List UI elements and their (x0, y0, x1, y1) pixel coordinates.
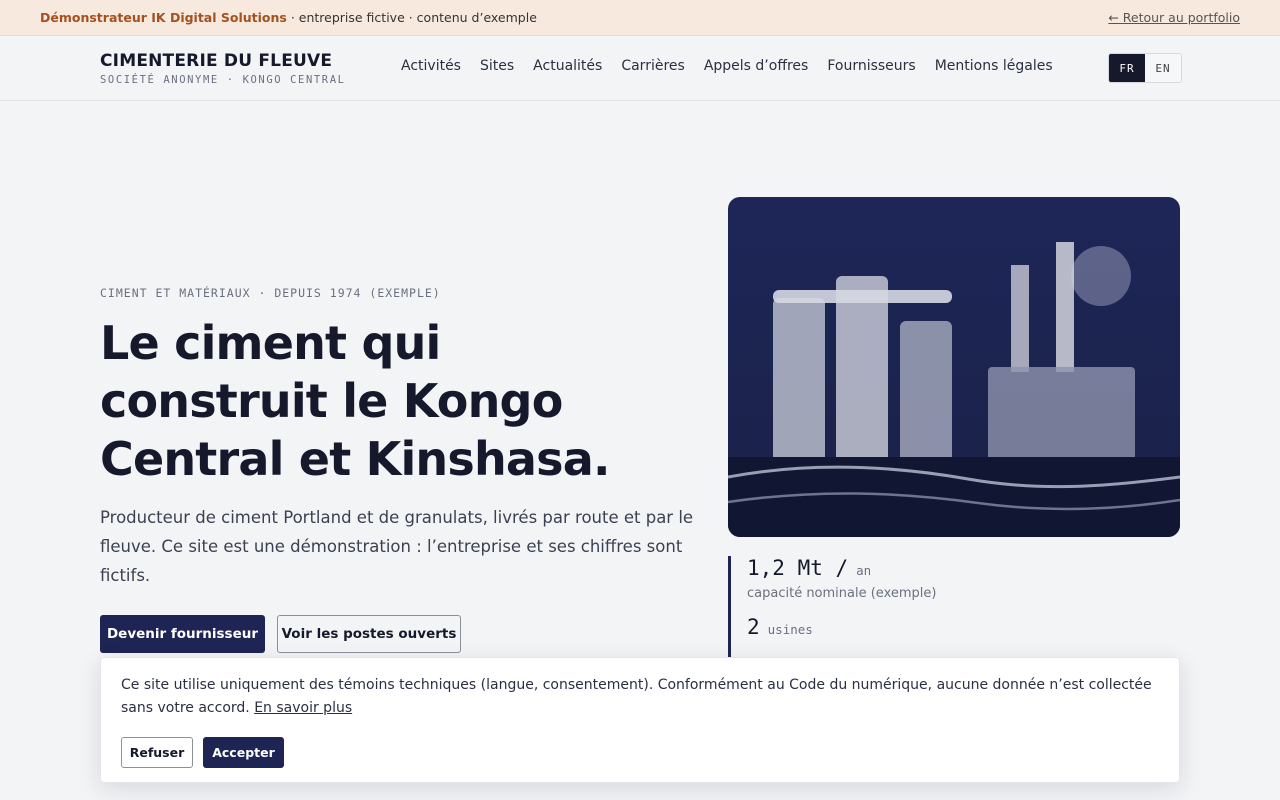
back-to-portfolio-link[interactable]: ← Retour au portfolio (1108, 10, 1240, 25)
logo-subtitle: SOCIÉTÉ ANONYME · KONGO CENTRAL (100, 74, 346, 86)
nav-item-appels-offres[interactable]: Appels d’offres (704, 58, 809, 74)
silo-shape (773, 298, 825, 468)
view-jobs-button[interactable]: Voir les postes ouverts (277, 615, 461, 653)
nav-item-carrieres[interactable]: Carrières (621, 58, 684, 74)
hero-lead: Producteur de ciment Portland et de gran… (100, 508, 694, 585)
cement-plant-illustration (728, 197, 1180, 537)
chimney-shape (1011, 265, 1029, 372)
chimney-shape (1056, 242, 1074, 372)
site-header: CIMENTERIE DU FLEUVE SOCIÉTÉ ANONYME · K… (0, 36, 1280, 101)
stat-unit: usines (767, 622, 813, 637)
stat-value: 2 (747, 615, 760, 639)
language-switcher: FR EN (1108, 53, 1182, 83)
key-figures: 1,2 Mt / an capacité nominale (exemple) … (728, 556, 1180, 666)
nav-item-mentions-legales[interactable]: Mentions légales (935, 58, 1053, 74)
demo-tagline: · entreprise fictive · contenu d’exemple (286, 10, 537, 25)
silo-shape (836, 276, 888, 468)
stat-value: 1,2 Mt / (747, 556, 849, 580)
cookie-consent-banner: Ce site utilise uniquement des témoins t… (100, 657, 1180, 783)
nav-item-actualites[interactable]: Actualités (533, 58, 602, 74)
cement-plant-graphic (728, 197, 1180, 537)
stat-unit: an (856, 563, 872, 578)
nav-item-fournisseurs[interactable]: Fournisseurs (827, 58, 915, 74)
cookie-accept-button[interactable]: Accepter (203, 737, 284, 768)
lang-fr-button[interactable]: FR (1109, 54, 1145, 82)
demo-brand: Démonstrateur IK Digital Solutions (40, 10, 287, 25)
nav-item-activites[interactable]: Activités (401, 58, 461, 74)
stat-plants: 2 usines (747, 615, 1180, 639)
become-supplier-button[interactable]: Devenir fournisseur (100, 615, 265, 653)
cookie-actions: Refuser Accepter (121, 737, 284, 768)
plant-building-shape (988, 367, 1135, 468)
hero-eyebrow: CIMENT ET MATÉRIAUX · DEPUIS 1974 (EXEMP… (100, 286, 441, 300)
conveyor-shape (773, 290, 952, 303)
cookie-text-block: Ce site utilise uniquement des témoins t… (121, 674, 1161, 720)
demo-banner: Démonstrateur IK Digital Solutions · ent… (0, 0, 1280, 36)
logo-name: CIMENTERIE DU FLEUVE (100, 51, 333, 71)
stat-capacity: 1,2 Mt / an (747, 556, 1180, 580)
cookie-learn-more-link[interactable]: En savoir plus (254, 700, 352, 716)
silo-shape (900, 321, 952, 468)
hero-headline: Le ciment qui construit le Kongo Central… (100, 316, 610, 486)
nav-item-sites[interactable]: Sites (480, 58, 514, 74)
main-nav: Activités Sites Actualités Carrières App… (401, 58, 1053, 74)
sun-icon (1071, 246, 1131, 306)
stat-caption: capacité nominale (exemple) (747, 586, 937, 601)
lang-en-button[interactable]: EN (1145, 54, 1181, 82)
demo-banner-text: Démonstrateur IK Digital Solutions · ent… (40, 10, 537, 25)
cookie-refuse-button[interactable]: Refuser (121, 737, 193, 768)
logo[interactable]: CIMENTERIE DU FLEUVE SOCIÉTÉ ANONYME · K… (100, 51, 346, 86)
